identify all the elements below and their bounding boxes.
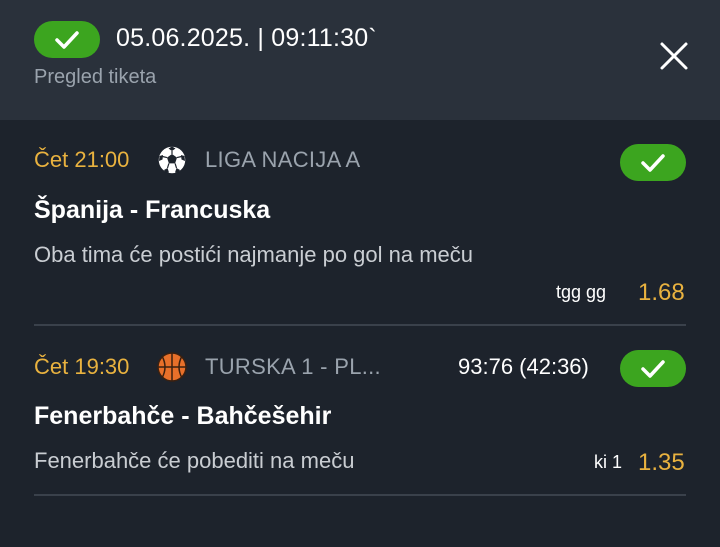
divider	[34, 324, 686, 326]
league-name: LIGA NACIJA A	[205, 147, 361, 172]
bet-odds: 1.35	[638, 449, 685, 476]
basketball-icon	[157, 352, 187, 382]
ticket-datetime: 05.06.2025. | 09:11:30`	[116, 24, 377, 52]
bet-pick: Oba tima će postići najmanje po gol na m…	[34, 242, 474, 267]
check-icon	[55, 30, 79, 49]
ticket-header: 05.06.2025. | 09:11:30` Pregled tiketa	[0, 0, 720, 120]
bet-code: ki 1	[594, 452, 623, 472]
football-icon	[157, 145, 187, 175]
bet-code: tgg gg	[556, 282, 607, 302]
match-status-badge	[620, 350, 686, 387]
check-icon	[641, 153, 665, 172]
match-score: 93:76 (42:36)	[458, 354, 589, 379]
ticket-status-badge	[34, 21, 100, 58]
league-name: TURSKA 1 - PL...	[205, 354, 381, 379]
match-time: Čet 21:00	[34, 147, 130, 172]
close-icon[interactable]	[656, 38, 692, 74]
divider	[34, 494, 686, 496]
match-teams: Španija - Francuska	[34, 196, 271, 224]
bet-pick: Fenerbahče će pobediti na meču	[34, 448, 355, 473]
ticket-subtitle: Pregled tiketa	[34, 66, 157, 88]
check-icon	[641, 359, 665, 378]
bet-odds: 1.68	[638, 279, 685, 306]
match-teams: Fenerbahče - Bahčešehir	[34, 402, 332, 430]
match-status-badge	[620, 144, 686, 181]
match-time: Čet 19:30	[34, 354, 130, 379]
